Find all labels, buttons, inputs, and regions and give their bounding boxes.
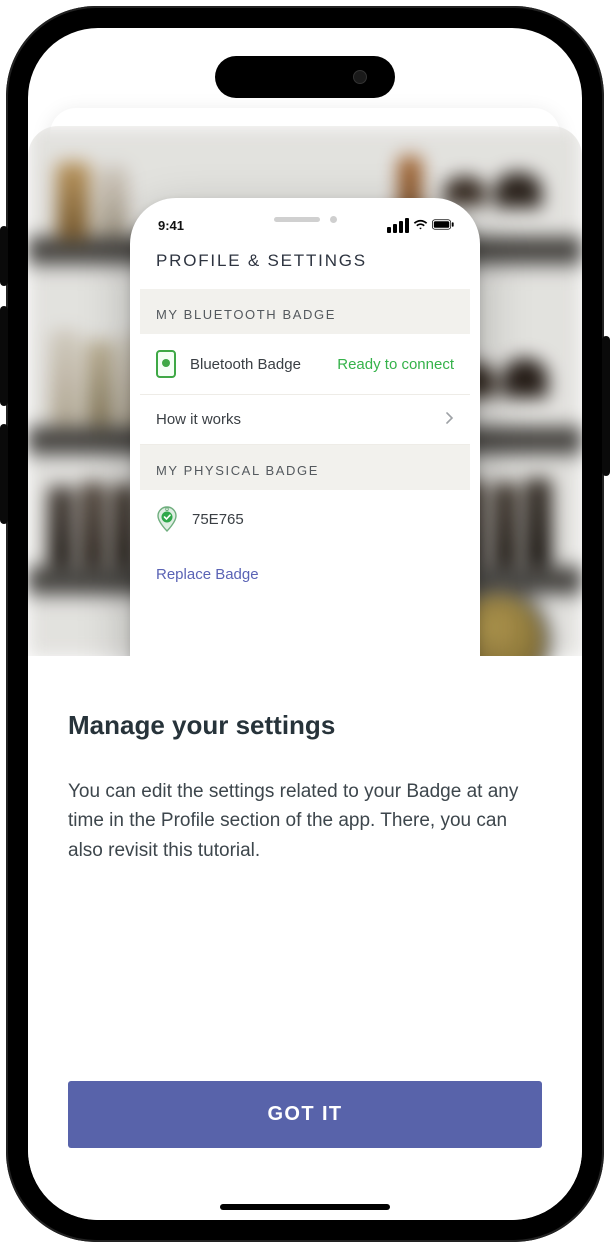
bluetooth-badge-row[interactable]: Bluetooth Badge Ready to connect (140, 334, 470, 395)
inner-status-time: 9:41 (158, 218, 184, 233)
bluetooth-section-header: MY BLUETOOTH BADGE (140, 289, 470, 334)
chevron-right-icon (446, 411, 454, 428)
got-it-button[interactable]: GOT IT (68, 1081, 542, 1148)
speaker-icon (274, 217, 320, 222)
replace-badge-link[interactable]: Replace Badge (140, 548, 470, 601)
physical-badge-row[interactable]: 75E765 (140, 490, 470, 548)
physical-badge-icon (156, 506, 178, 532)
wifi-icon (413, 218, 428, 233)
power-button (602, 336, 610, 476)
battery-icon (516, 63, 546, 82)
device-frame: 09:51 (6, 6, 604, 1242)
inner-camera-icon (330, 216, 337, 223)
inner-phone-mockup: 9:41 PROFIL (130, 198, 480, 658)
battery-icon (432, 218, 454, 233)
volume-up-button (0, 306, 8, 406)
replace-badge-label: Replace Badge (156, 566, 259, 583)
inner-phone-notch (230, 207, 380, 231)
physical-badge-code: 75E765 (192, 511, 454, 528)
dynamic-island (215, 56, 395, 98)
status-icons (458, 62, 546, 83)
inner-page-title: PROFILE & SETTINGS (140, 237, 470, 289)
volume-down-button (0, 424, 8, 524)
device-screen: 09:51 (28, 28, 582, 1220)
bluetooth-badge-status: Ready to connect (337, 356, 454, 373)
wifi-icon (487, 62, 509, 83)
tutorial-illustration-area: 9:41 PROFIL (28, 28, 582, 658)
sheet-body: You can edit the settings related to you… (68, 777, 542, 865)
bluetooth-badge-label: Bluetooth Badge (190, 356, 337, 373)
cellular-signal-icon (458, 65, 480, 80)
home-indicator[interactable] (220, 1204, 390, 1210)
sheet-heading: Manage your settings (68, 710, 542, 741)
front-camera-icon (353, 70, 367, 84)
status-time: 09:51 (64, 59, 123, 85)
tutorial-sheet: Manage your settings You can edit the se… (28, 656, 582, 1220)
cellular-signal-icon (387, 218, 409, 233)
got-it-label: GOT IT (267, 1103, 342, 1125)
physical-section-header: MY PHYSICAL BADGE (140, 445, 470, 490)
blurred-background: 9:41 PROFIL (28, 126, 582, 658)
side-button (0, 226, 8, 286)
how-it-works-row[interactable]: How it works (140, 395, 470, 445)
how-it-works-label: How it works (156, 411, 446, 428)
bluetooth-badge-icon (156, 350, 176, 378)
